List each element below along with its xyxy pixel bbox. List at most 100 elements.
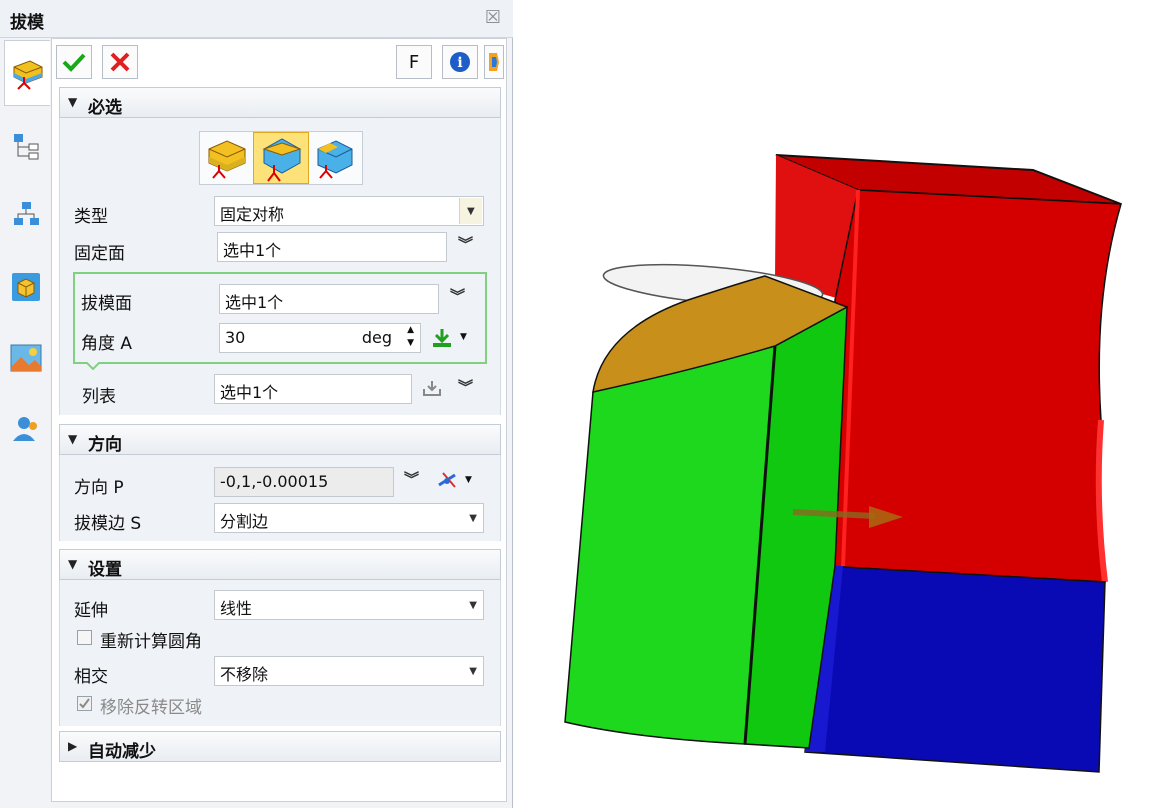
remove-inverted-label: 移除反转区域 — [100, 698, 202, 718]
draft-type-icon-group — [199, 131, 363, 185]
direction-label: 方向 P — [74, 478, 124, 498]
dialog-content: F i ▼ 必选 类型 固定对称 ▼ 固定面 选中1个 ︾ 拔模面 选中1个 ︾… — [51, 38, 507, 802]
direction-field[interactable]: -0,1,-0.00015 — [214, 467, 394, 497]
chevron-down-icon: ▼ — [467, 206, 475, 217]
section-direction-label: 方向 — [88, 435, 122, 455]
svg-text:i: i — [457, 55, 462, 71]
section-required-header[interactable]: ▼ 必选 — [59, 87, 501, 118]
tree-structure-icon — [14, 134, 39, 160]
import-tray-icon[interactable] — [422, 379, 442, 397]
section-auto-reduce-label: 自动减少 — [88, 742, 156, 762]
list-label: 列表 — [82, 387, 116, 407]
draft-edge-value: 分割边 — [220, 512, 269, 531]
list-value: 选中1个 — [220, 383, 279, 402]
list-expand-icon[interactable]: ︾ — [458, 376, 473, 397]
callout-pointer — [86, 362, 100, 370]
angle-spinner[interactable]: ▲ ▼ — [407, 324, 414, 350]
chevron-down-icon: ▼ — [469, 666, 477, 677]
chevron-down-icon: ▼ — [469, 513, 477, 524]
blue-block-front-face — [804, 565, 1106, 773]
recalc-fillet-checkbox[interactable] — [77, 630, 92, 645]
red-edge-right — [1095, 419, 1108, 583]
help-button[interactable] — [484, 45, 504, 79]
draft-face-group-highlight: 拔模面 选中1个 ︾ 角度 A 30 deg ▲ ▼ ▼ — [73, 272, 487, 364]
assembly-icon — [14, 202, 39, 225]
dropdown-arrow-button[interactable]: ▼ — [459, 198, 482, 224]
draft-feature-icon — [13, 60, 42, 90]
section-settings-header[interactable]: ▼ 设置 — [59, 549, 501, 580]
direction-arrow-shaft — [792, 509, 876, 519]
fixed-face-field[interactable]: 选中1个 — [217, 232, 447, 262]
draft-dialog: 拔模 ☒ F i ▼ 必选 类型 固定对称 ▼ 固定面 选中1个 ︾ 拔模面 选… — [0, 0, 513, 808]
tab-history-tree[interactable] — [4, 124, 48, 168]
draft-type-option-2-selected[interactable] — [253, 132, 309, 184]
angle-unit: deg — [361, 328, 392, 347]
tab-render[interactable] — [4, 336, 48, 380]
type-dropdown[interactable]: 固定对称 ▼ — [214, 196, 484, 226]
type-label: 类型 — [74, 207, 108, 227]
section-auto-reduce-header[interactable]: ▶ 自动减少 — [59, 731, 501, 762]
direction-option-dropdown-icon[interactable]: ▼ — [465, 475, 472, 485]
close-icon[interactable]: ☒ — [485, 7, 501, 28]
direction-value: -0,1,-0.00015 — [220, 472, 329, 491]
info-icon: i — [450, 52, 470, 72]
extend-label: 延伸 — [74, 601, 108, 621]
angle-label: 角度 A — [81, 334, 133, 354]
draft-edge-dropdown[interactable]: 分割边 ▼ — [214, 503, 484, 533]
draft-box-icon — [208, 140, 246, 179]
extend-value: 线性 — [220, 599, 253, 618]
help-book-icon — [489, 53, 499, 71]
collapse-triangle-icon: ▼ — [68, 557, 78, 571]
expand-triangle-icon: ▶ — [68, 739, 78, 753]
collapse-triangle-icon: ▼ — [68, 432, 78, 446]
tab-view[interactable] — [4, 265, 48, 309]
angle-reference-icon[interactable] — [430, 327, 454, 349]
section-direction-header[interactable]: ▼ 方向 — [59, 424, 501, 455]
checkmark-icon — [62, 53, 86, 72]
chevron-down-icon: ▼ — [469, 600, 477, 611]
ok-button[interactable] — [56, 45, 92, 79]
intersect-dropdown[interactable]: 不移除 ▼ — [214, 656, 484, 686]
draft-edge-label: 拔模边 S — [74, 514, 142, 534]
angle-input[interactable]: 30 deg ▲ ▼ — [219, 323, 421, 353]
draft-face-value: 选中1个 — [225, 293, 284, 312]
draft-face-label: 拔模面 — [81, 294, 132, 314]
tab-draft-feature[interactable] — [4, 40, 50, 106]
remove-inverted-checkbox[interactable] — [77, 696, 92, 711]
info-button[interactable]: i — [442, 45, 478, 79]
fixed-face-value: 选中1个 — [223, 241, 282, 260]
draft-type-option-1[interactable] — [203, 135, 251, 179]
dialog-titlebar: 拔模 ☒ — [0, 0, 513, 38]
angle-option-dropdown-icon[interactable]: ▼ — [460, 332, 467, 342]
vector-axis-icon[interactable] — [435, 469, 461, 491]
f-button[interactable]: F — [396, 45, 432, 79]
fixed-face-expand-icon[interactable]: ︾ — [458, 233, 473, 254]
extend-dropdown[interactable]: 线性 ▼ — [214, 590, 484, 620]
user-icon — [13, 417, 37, 441]
draft-symmetric-icon — [262, 138, 302, 182]
view-cube-icon — [12, 273, 40, 301]
landscape-image-icon — [10, 344, 42, 372]
section-settings-label: 设置 — [88, 560, 122, 580]
fixed-face-label: 固定面 — [74, 244, 125, 264]
draft-step-icon — [317, 140, 353, 179]
dialog-title: 拔模 — [10, 13, 44, 33]
draft-type-option-3[interactable] — [310, 135, 358, 179]
cancel-button[interactable] — [102, 45, 138, 79]
tab-user[interactable] — [4, 406, 48, 450]
checkmark-icon — [79, 698, 90, 709]
close-red-x-icon — [110, 52, 130, 72]
intersect-value: 不移除 — [220, 665, 269, 684]
draft-face-field[interactable]: 选中1个 — [219, 284, 439, 314]
angle-value: 30 — [225, 328, 246, 347]
list-field[interactable]: 选中1个 — [214, 374, 412, 404]
draft-face-expand-icon[interactable]: ︾ — [450, 285, 465, 306]
draft-model-view — [564, 154, 1122, 773]
green-cylinder-face — [564, 345, 776, 745]
intersect-label: 相交 — [74, 667, 108, 687]
3d-viewport[interactable] — [513, 0, 1162, 808]
tab-assembly[interactable] — [4, 192, 48, 236]
section-direction-body: 方向 P -0,1,-0.00015 ︾ ▼ 拔模边 S 分割边 ▼ — [59, 455, 501, 541]
section-required-label: 必选 — [88, 98, 122, 118]
direction-expand-icon[interactable]: ︾ — [404, 468, 419, 489]
